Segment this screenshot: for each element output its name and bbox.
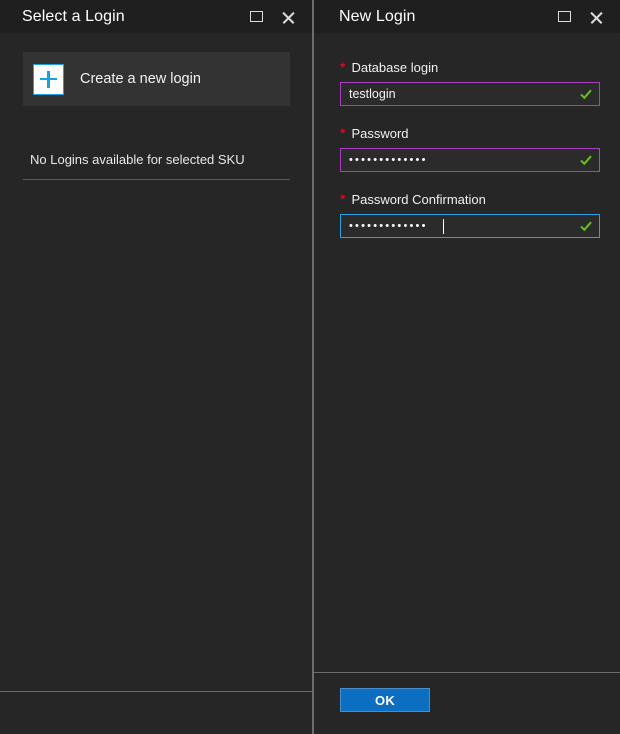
restore-glyph [250,11,263,22]
restore-icon[interactable] [556,9,572,25]
password-confirmation-value: ••••••••••••• [341,218,599,234]
field-password: * Password ••••••••••••• [340,125,600,172]
empty-list-message: No Logins available for selected SKU [30,151,245,168]
required-asterisk: * [340,192,345,206]
close-glyph [282,10,295,23]
password-confirmation-label: Password Confirmation [351,191,485,208]
list-divider [23,179,290,180]
checkmark-icon [579,87,593,101]
right-blade-body: * Database login testlogin [313,33,620,734]
new-login-blade: New Login * Database login [313,0,620,734]
restore-glyph [558,11,571,22]
password-confirmation-input[interactable]: ••••••••••••• [340,214,600,238]
left-footer-divider [0,691,312,692]
left-blade-titlebar: Select a Login [0,0,312,33]
required-asterisk: * [340,60,345,74]
field-database-login: * Database login testlogin [340,59,600,106]
close-icon[interactable] [588,9,604,25]
right-blade-title: New Login [339,7,556,27]
text-caret [443,219,444,234]
right-blade-window-controls [556,9,610,25]
database-login-input[interactable]: testlogin [340,82,600,106]
new-login-footer: OK [313,672,620,734]
ok-button[interactable]: OK [340,688,430,712]
close-icon[interactable] [280,9,296,25]
left-blade-window-controls [248,9,302,25]
restore-icon[interactable] [248,9,264,25]
create-a-new-login-tile[interactable]: Create a new login [23,52,290,106]
password-confirmation-label-row: * Password Confirmation [340,191,600,208]
new-login-form: * Database login testlogin [340,59,600,238]
checkmark-icon [579,153,593,167]
azure-portal-blades: Select a Login Create a new login No Log… [0,0,620,734]
create-a-new-login-label: Create a new login [80,70,201,88]
close-glyph [590,10,603,23]
database-login-label: Database login [351,59,438,76]
left-blade-body: Create a new login No Logins available f… [0,33,312,734]
required-asterisk: * [340,126,345,140]
plus-icon [33,64,64,95]
select-a-login-blade: Select a Login Create a new login No Log… [0,0,313,734]
database-login-value: testlogin [341,86,599,102]
left-blade-title: Select a Login [22,7,248,27]
checkmark-icon [579,219,593,233]
password-input[interactable]: ••••••••••••• [340,148,600,172]
password-label-row: * Password [340,125,600,142]
password-label: Password [351,125,408,142]
database-login-label-row: * Database login [340,59,600,76]
field-password-confirmation: * Password Confirmation ••••••••••••• [340,191,600,238]
right-blade-titlebar: New Login [313,0,620,33]
password-value: ••••••••••••• [341,152,599,168]
